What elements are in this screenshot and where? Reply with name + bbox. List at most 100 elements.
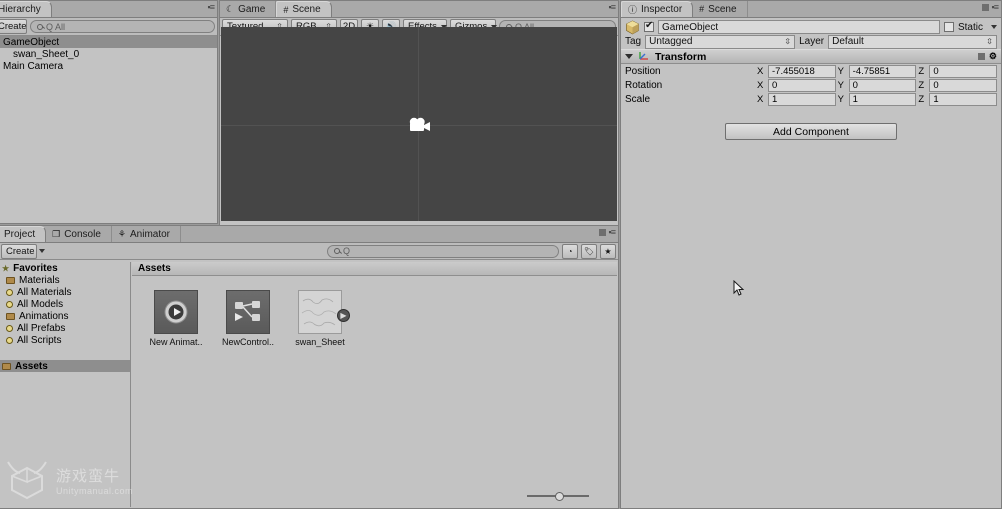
watermark-cn-text: 游戏蛮牛 [56, 468, 121, 485]
static-checkbox[interactable] [943, 22, 954, 32]
project-tree-animations[interactable]: Animations [0, 310, 130, 322]
project-tree-assets[interactable]: Assets [0, 360, 130, 372]
animation-clip-icon [154, 290, 198, 334]
tab-project-label: Project [4, 229, 36, 240]
rotation-y-field[interactable]: 0 [848, 78, 917, 92]
panel-menu-icon[interactable]: ▪≡ [609, 228, 617, 237]
inspector-panel-menu[interactable]: ▪≡ [981, 3, 1000, 12]
gameobject-enabled-checkbox[interactable] [644, 20, 654, 32]
tab-animator[interactable]: ⚘ Animator [111, 226, 181, 242]
asset-item-new-controller[interactable]: NewControl.. [220, 290, 276, 347]
chevron-down-icon[interactable] [625, 54, 633, 59]
updown-arrows-icon: ⇳ [784, 37, 792, 46]
rotation-z-field[interactable]: 0 [929, 78, 998, 92]
hierarchy-item-swan-sheet-0[interactable]: swan_Sheet_0 [0, 48, 217, 60]
project-tabbar: Project ❐ Console ⚘ Animator ▪≡ [0, 226, 618, 243]
project-tree-all-materials[interactable]: All Materials [0, 286, 130, 298]
tree-label: All Scripts [17, 334, 62, 346]
project-search-input[interactable]: Q [327, 244, 559, 258]
scene-canvas[interactable] [221, 27, 617, 221]
axis-z-label: Z [918, 65, 925, 77]
scale-z-field[interactable]: 1 [929, 92, 998, 106]
project-tree-materials[interactable]: Materials [0, 274, 130, 286]
folder-icon [2, 362, 11, 370]
add-component-button[interactable]: Add Component [725, 123, 897, 140]
layer-dropdown[interactable]: Default ⇳ [828, 34, 997, 49]
hierarchy-search-input[interactable]: Q All [30, 20, 215, 33]
asset-item-new-animation[interactable]: New Animat.. [148, 290, 204, 347]
panel-menu-icon[interactable]: ▪≡ [992, 3, 1000, 12]
project-tree-all-scripts[interactable]: All Scripts [0, 334, 130, 346]
asset-zoom-slider[interactable] [527, 491, 589, 501]
search-icon [334, 248, 340, 254]
tab-hierarchy[interactable]: Hierarchy [0, 1, 52, 17]
filter-by-type-button[interactable]: ◔ [562, 243, 578, 259]
zoom-slider-knob[interactable] [555, 491, 564, 501]
create-dropdown-hierarchy[interactable]: Create [0, 19, 37, 34]
search-icon [37, 23, 43, 30]
project-tree-all-prefabs[interactable]: All Prefabs [0, 322, 130, 334]
hierarchy-item-main-camera[interactable]: Main Camera [0, 60, 217, 72]
scale-x-field[interactable]: 1 [768, 92, 836, 106]
project-tree-favorites[interactable]: ★ Favorites [0, 262, 130, 274]
asset-item-swan-sheet[interactable]: ▶ swan_Sheet [292, 290, 350, 347]
search-folder-icon [6, 288, 13, 296]
hierarchy-tabbar: Hierarchy ▪≡ [0, 1, 217, 18]
axis-x-label: X [757, 79, 764, 91]
inspector-tag-layer-row: Tag Untagged ⇳ Layer Default ⇳ [621, 34, 1001, 49]
star-icon: ★ [2, 263, 10, 273]
tag-dropdown[interactable]: Untagged ⇳ [645, 34, 796, 49]
tab-inspector[interactable]: ⓘ Inspector [621, 1, 694, 17]
transform-component-header[interactable]: Transform ⚙ [621, 49, 1001, 64]
position-y-field[interactable]: -4.75851 [848, 64, 917, 78]
favorite-button[interactable]: ★ [600, 243, 616, 259]
tree-label: Materials [19, 274, 60, 286]
position-x-field[interactable]: -7.455018 [768, 64, 836, 78]
axis-y-label: Y [837, 65, 845, 77]
layer-label: Layer [799, 36, 825, 47]
create-label: Create [0, 21, 27, 32]
axis-z-label: Z [918, 93, 925, 105]
animator-icon: ⚘ [117, 228, 126, 239]
scale-y-value: 1 [852, 93, 858, 105]
lock-icon[interactable] [598, 229, 606, 236]
tab-scene-inspector[interactable]: # Scene [693, 1, 748, 17]
hierarchy-panel-menu[interactable]: ▪≡ [208, 3, 216, 12]
project-search-placeholder: Q [343, 246, 351, 256]
tab-project[interactable]: Project [0, 226, 47, 242]
tab-game[interactable]: ☾ Game [220, 1, 277, 17]
project-panel-menu[interactable]: ▪≡ [598, 228, 617, 237]
transform-title: Transform [655, 50, 707, 63]
gear-icon[interactable]: ⚙ [989, 51, 997, 62]
tree-label: All Models [17, 298, 64, 310]
static-chevron-down-icon[interactable] [991, 25, 997, 29]
tab-scene[interactable]: # Scene [276, 1, 332, 17]
filter-by-label-button[interactable]: 🏷 [581, 243, 597, 259]
scene-panel-menu[interactable]: ▪≡ [609, 3, 617, 12]
panel-menu-icon[interactable]: ▪≡ [609, 3, 617, 12]
scene-grid-icon: # [699, 4, 705, 14]
project-tree-all-models[interactable]: All Models [0, 298, 130, 310]
position-z-value: 0 [933, 65, 939, 77]
create-dropdown-project[interactable]: Create [1, 243, 45, 259]
create-label: Create [6, 245, 35, 257]
tab-console-label: Console [64, 228, 101, 240]
panel-menu-icon[interactable]: ▪≡ [208, 3, 216, 12]
rotation-x-field[interactable]: 0 [768, 78, 836, 92]
rotation-label: Rotation [625, 79, 663, 91]
breadcrumb[interactable]: Assets [132, 262, 617, 276]
scale-y-field[interactable]: 1 [848, 92, 917, 106]
project-toolbar: Create Q ◔ 🏷 ★ [0, 243, 618, 260]
preset-icon[interactable] [977, 53, 985, 60]
transform-axis-icon [638, 50, 650, 64]
tab-console[interactable]: ❐ Console [46, 226, 112, 242]
search-folder-icon [6, 336, 13, 344]
camera-gizmo-icon[interactable] [407, 117, 433, 138]
scene-tabbar: ☾ Game # Scene ▪≡ [220, 1, 618, 18]
lock-icon[interactable] [981, 4, 989, 11]
position-z-field[interactable]: 0 [929, 64, 998, 78]
expand-arrow-icon[interactable]: ▶ [337, 309, 350, 322]
hierarchy-item-gameobject[interactable]: GameObject [0, 36, 217, 48]
gameobject-name-field[interactable]: GameObject [658, 20, 940, 34]
